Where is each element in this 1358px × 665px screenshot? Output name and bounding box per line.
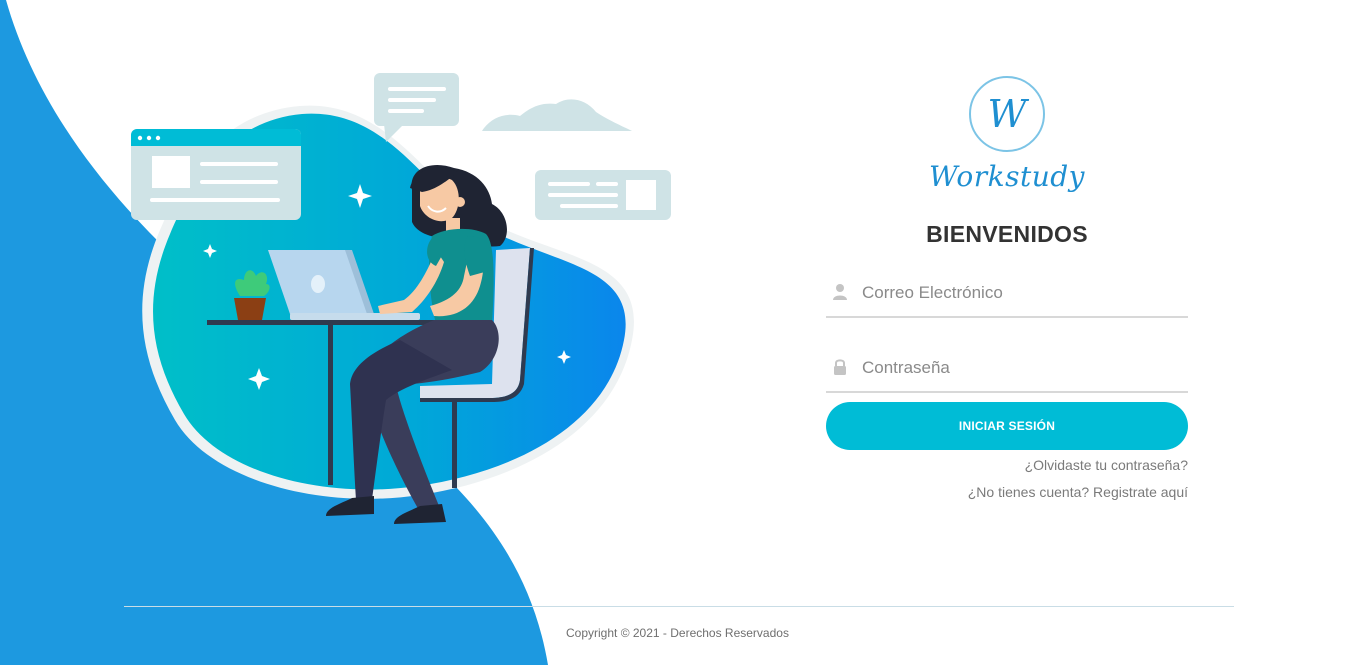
copyright-text: Copyright © 2021 - Derechos Reservados bbox=[566, 626, 789, 640]
register-link[interactable]: ¿No tienes cuenta? Registrate aquí bbox=[826, 484, 1188, 500]
footer-divider bbox=[124, 606, 1234, 607]
login-button[interactable]: INICIAR SESIÓN bbox=[826, 402, 1188, 450]
password-input[interactable] bbox=[860, 351, 1184, 385]
login-panel: W Workstudy BIENVENIDOS INICIAR SESIÓN ¿… bbox=[826, 70, 1188, 500]
logo-circle: W bbox=[969, 76, 1045, 152]
hero-illustration bbox=[131, 73, 671, 524]
logo: W Workstudy bbox=[826, 70, 1188, 193]
logo-letter: W bbox=[987, 92, 1027, 136]
email-input[interactable] bbox=[860, 276, 1184, 310]
forgot-password-link[interactable]: ¿Olvidaste tu contraseña? bbox=[826, 457, 1188, 473]
lock-icon bbox=[834, 359, 846, 375]
email-field bbox=[826, 270, 1188, 318]
brand-name: Workstudy bbox=[929, 160, 1085, 193]
page-title: BIENVENIDOS bbox=[926, 221, 1088, 247]
password-field bbox=[826, 345, 1188, 393]
user-icon bbox=[833, 284, 847, 300]
